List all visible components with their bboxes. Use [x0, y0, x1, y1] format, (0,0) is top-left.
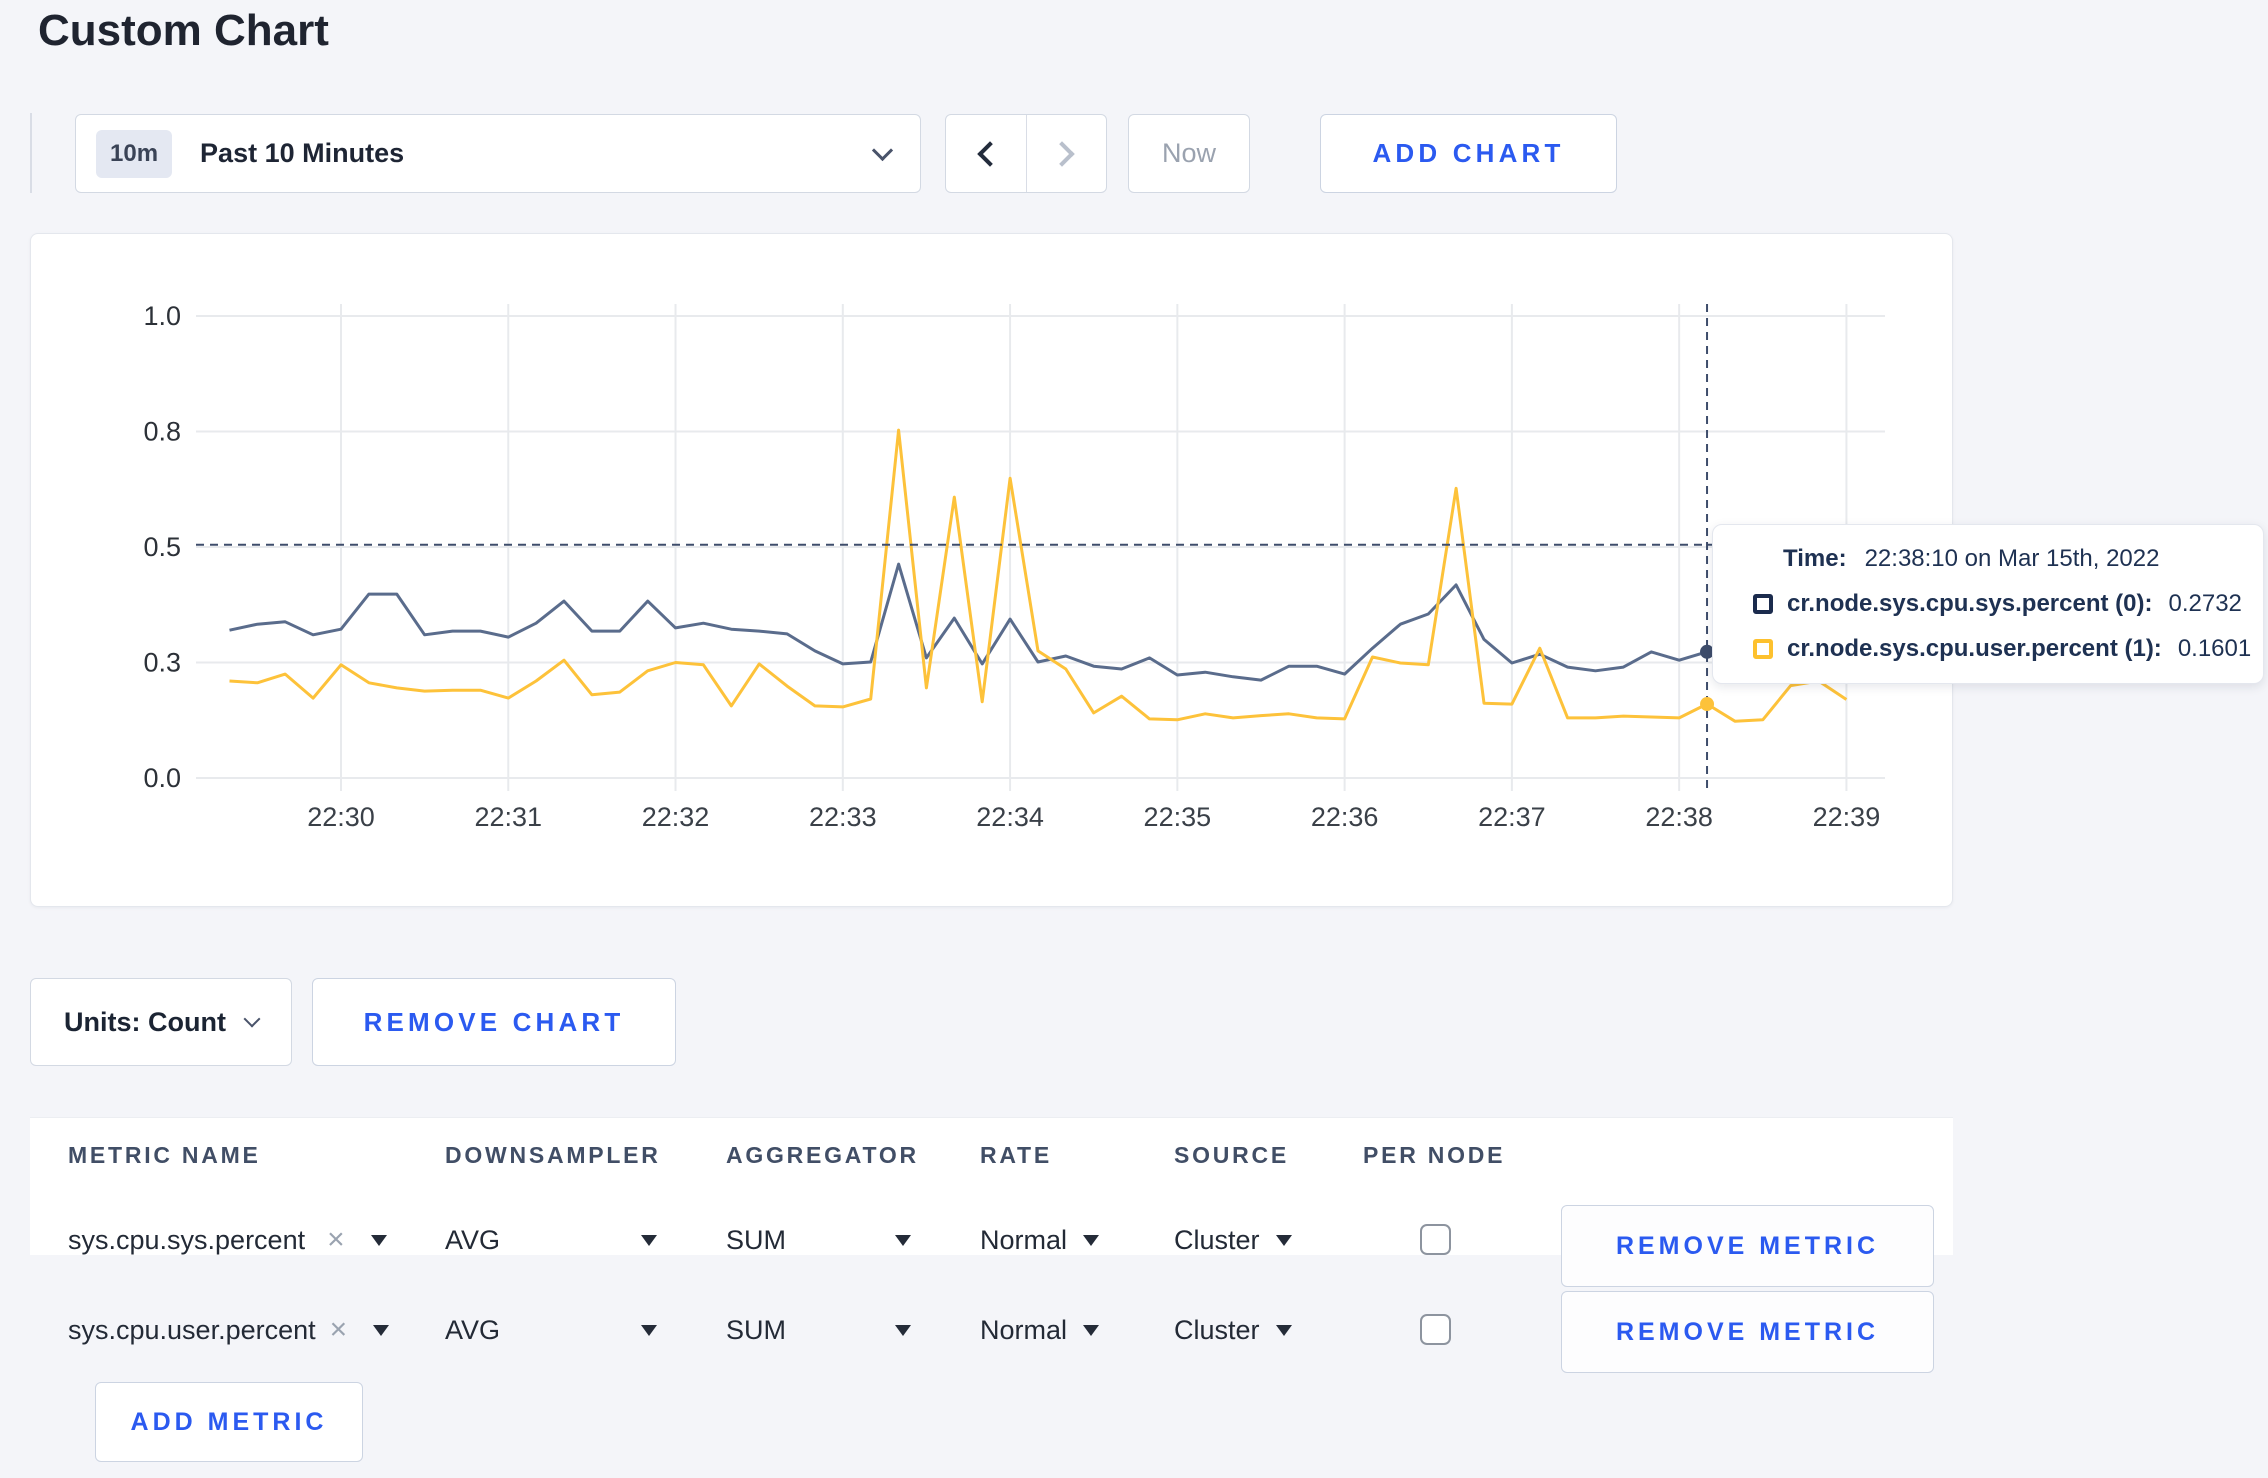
- aggregator-value: SUM: [726, 1224, 786, 1255]
- time-range-label: Past 10 Minutes: [200, 138, 405, 168]
- col-header-aggregator: AGGREGATOR: [726, 1142, 919, 1168]
- source-select[interactable]: Cluster: [1174, 1210, 1292, 1270]
- time-range-select[interactable]: 10m Past 10 Minutes: [75, 114, 921, 193]
- caret-down-icon: [1275, 1324, 1292, 1336]
- svg-text:22:37: 22:37: [1478, 802, 1546, 832]
- svg-text:1.0: 1.0: [143, 301, 181, 331]
- chevron-down-icon: [871, 139, 894, 162]
- col-header-downsampler: DOWNSAMPLER: [445, 1142, 661, 1168]
- caret-down-icon: [895, 1234, 911, 1246]
- svg-text:22:35: 22:35: [1144, 802, 1212, 832]
- timeseries-chart[interactable]: 22:30 22:31 22:32 22:33 22:34 22:35 22:36 22:37…: [31, 234, 1954, 908]
- caret-down-icon: [1275, 1234, 1292, 1246]
- toolbar-divider: [30, 113, 32, 193]
- caret-down-icon: [1083, 1234, 1100, 1246]
- svg-text:22:32: 22:32: [642, 802, 710, 832]
- rate-select[interactable]: Normal: [980, 1210, 1100, 1270]
- chevron-down-icon: [243, 1010, 261, 1028]
- metric-name-select[interactable]: sys.cpu.sys.percent ×: [68, 1210, 387, 1270]
- svg-text:22:33: 22:33: [809, 802, 877, 832]
- remove-chart-button[interactable]: REMOVE CHART: [312, 978, 676, 1066]
- aggregator-select[interactable]: SUM: [726, 1210, 911, 1270]
- caret-down-icon: [373, 1324, 390, 1336]
- tooltip-series-row: cr.node.sys.cpu.sys.percent (0): 0.2732: [1753, 590, 2263, 618]
- time-pager: [945, 114, 1107, 193]
- tooltip-time-row: Time: 22:38:10 on Mar 15th, 2022: [1783, 545, 2263, 573]
- rate-select[interactable]: Normal: [980, 1300, 1100, 1360]
- prev-time-button[interactable]: [946, 115, 1027, 192]
- chevron-right-icon: [1049, 140, 1075, 167]
- tooltip-time-label: Time:: [1783, 545, 1847, 572]
- downsampler-value: AVG: [445, 1224, 501, 1255]
- user-series-swatch-icon: [1753, 639, 1773, 659]
- per-node-checkbox[interactable]: [1420, 1224, 1451, 1255]
- units-label: Units: Count: [64, 1006, 226, 1037]
- downsampler-value: AVG: [445, 1314, 501, 1345]
- col-header-rate: RATE: [980, 1142, 1052, 1168]
- tooltip-series-name: cr.node.sys.cpu.sys.percent (0):: [1787, 590, 2153, 617]
- tooltip-series-value: 0.1601: [2177, 635, 2252, 662]
- metric-name-value: sys.cpu.user.percent: [68, 1314, 316, 1345]
- col-header-source: SOURCE: [1174, 1142, 1289, 1168]
- svg-text:0.0: 0.0: [143, 763, 181, 793]
- aggregator-value: SUM: [726, 1314, 786, 1345]
- clear-metric-icon[interactable]: ×: [327, 1223, 345, 1257]
- chart-card: 22:30 22:31 22:32 22:33 22:34 22:35 22:36 22:37…: [30, 233, 1953, 907]
- tooltip-series-row: cr.node.sys.cpu.user.percent (1): 0.1601: [1753, 635, 2263, 663]
- col-header-metric-name: METRIC NAME: [68, 1142, 261, 1168]
- svg-text:22:30: 22:30: [307, 802, 375, 832]
- caret-down-icon: [1083, 1324, 1100, 1336]
- remove-metric-button[interactable]: REMOVE METRIC: [1561, 1205, 1934, 1287]
- svg-text:22:36: 22:36: [1311, 802, 1379, 832]
- clear-metric-icon[interactable]: ×: [330, 1313, 348, 1347]
- page-title: Custom Chart: [38, 6, 329, 55]
- caret-down-icon: [641, 1234, 657, 1246]
- metric-name-select[interactable]: sys.cpu.user.percent ×: [68, 1300, 390, 1360]
- tooltip-series-name: cr.node.sys.cpu.user.percent (1):: [1787, 635, 2162, 662]
- custom-chart-page: Custom Chart 10m Past 10 Minutes Now ADD…: [0, 0, 2268, 1478]
- caret-down-icon: [895, 1324, 911, 1336]
- svg-text:0.3: 0.3: [143, 648, 181, 678]
- now-button[interactable]: Now: [1128, 114, 1250, 193]
- svg-text:22:34: 22:34: [976, 802, 1044, 832]
- svg-text:22:38: 22:38: [1645, 802, 1713, 832]
- svg-text:22:31: 22:31: [474, 802, 542, 832]
- caret-down-icon: [370, 1234, 387, 1246]
- col-header-per-node: PER NODE: [1363, 1142, 1506, 1168]
- chevron-left-icon: [977, 140, 1003, 167]
- svg-text:0.8: 0.8: [143, 417, 181, 447]
- downsampler-select[interactable]: AVG: [445, 1210, 657, 1270]
- aggregator-select[interactable]: SUM: [726, 1300, 911, 1360]
- tooltip-series-value: 0.2732: [2168, 590, 2242, 617]
- source-select[interactable]: Cluster: [1174, 1300, 1292, 1360]
- rate-value: Normal: [980, 1314, 1068, 1345]
- add-metric-button[interactable]: ADD METRIC: [95, 1382, 363, 1462]
- sys-series-swatch-icon: [1753, 594, 1773, 614]
- add-chart-button[interactable]: ADD CHART: [1320, 114, 1617, 193]
- rate-value: Normal: [980, 1224, 1068, 1255]
- svg-text:0.5: 0.5: [143, 532, 181, 562]
- downsampler-select[interactable]: AVG: [445, 1300, 657, 1360]
- source-value: Cluster: [1174, 1314, 1260, 1345]
- units-select[interactable]: Units: Count: [30, 978, 292, 1066]
- per-node-checkbox[interactable]: [1420, 1314, 1451, 1345]
- chart-tooltip: Time: 22:38:10 on Mar 15th, 2022 cr.node…: [1712, 524, 2264, 684]
- source-value: Cluster: [1174, 1224, 1260, 1255]
- metric-name-value: sys.cpu.sys.percent: [68, 1224, 306, 1255]
- next-time-button[interactable]: [1027, 115, 1107, 192]
- time-window-badge: 10m: [96, 129, 173, 178]
- caret-down-icon: [641, 1324, 657, 1336]
- remove-metric-button[interactable]: REMOVE METRIC: [1561, 1291, 1934, 1373]
- tooltip-time-value: 22:38:10 on Mar 15th, 2022: [1864, 545, 2160, 572]
- svg-text:22:39: 22:39: [1813, 802, 1881, 832]
